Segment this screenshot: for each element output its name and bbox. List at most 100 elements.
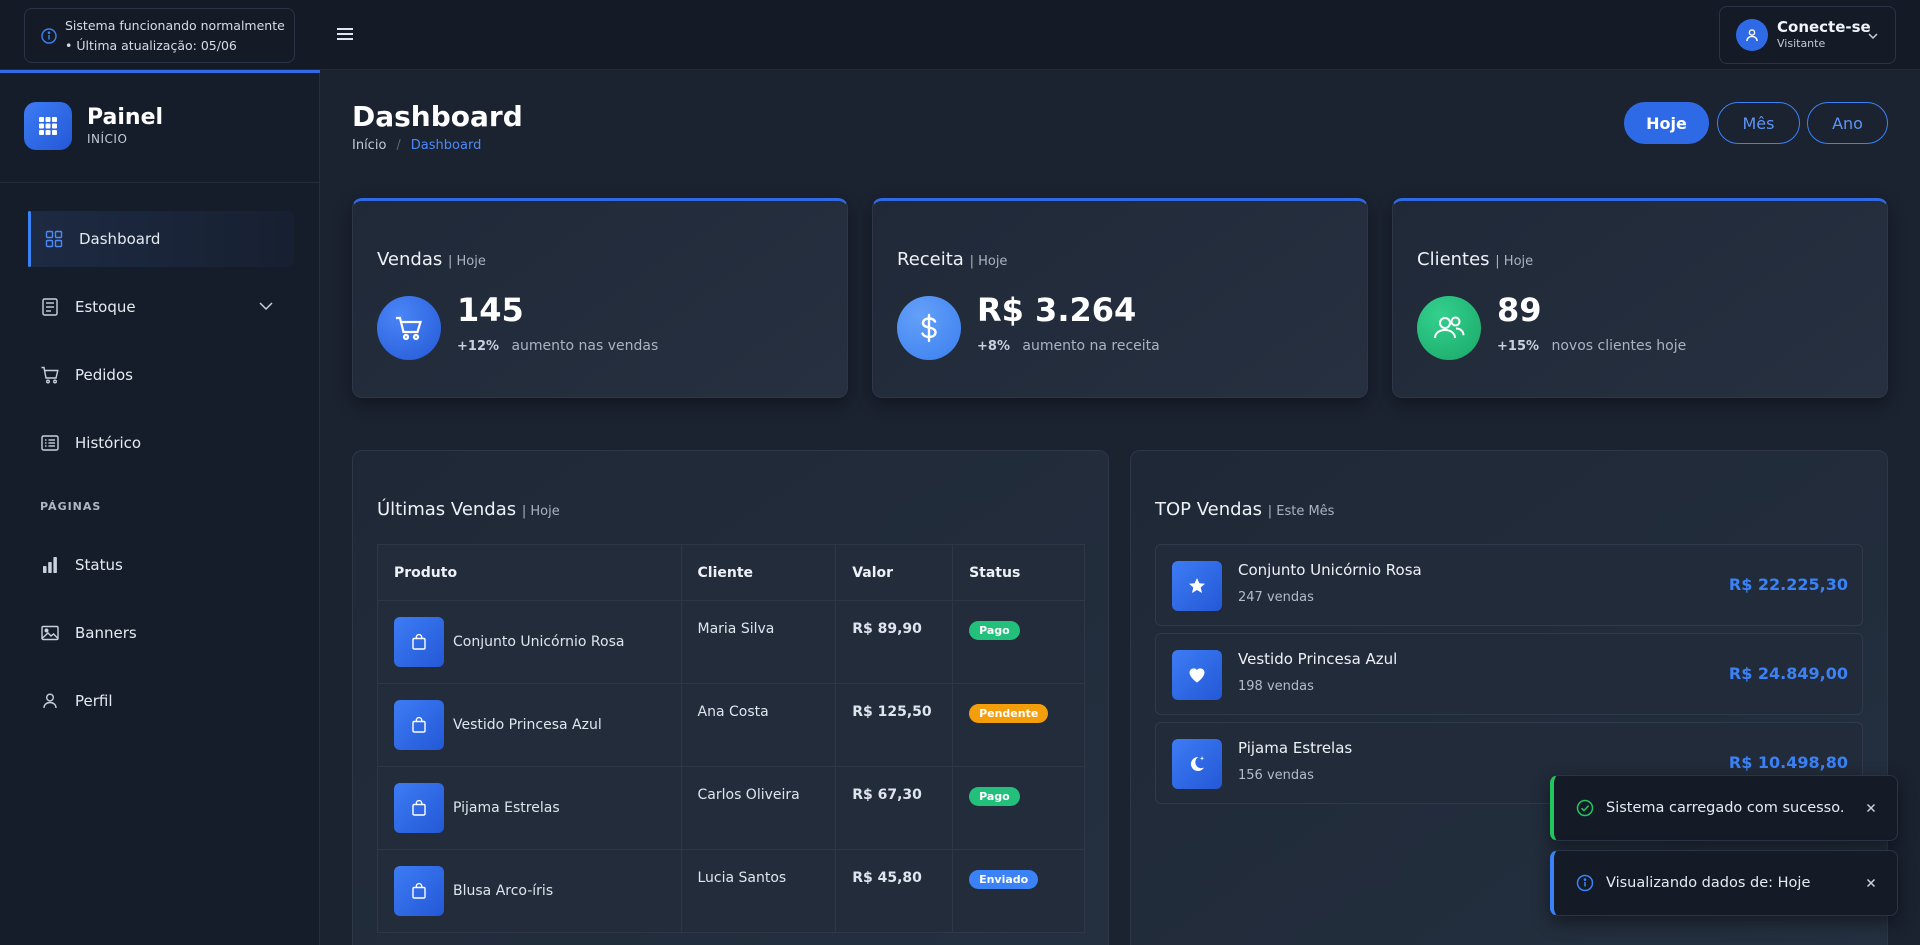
grid-icon bbox=[45, 230, 63, 248]
sidebar-item-status[interactable]: Status bbox=[28, 537, 294, 593]
sidebar-item-dashboard[interactable]: Dashboard bbox=[28, 211, 294, 267]
stat-icon-circle bbox=[1417, 296, 1481, 360]
column-header[interactable]: Cliente bbox=[681, 544, 837, 601]
panel-title: TOP Vendas | Este Mês bbox=[1155, 499, 1334, 520]
menu-toggle-icon[interactable] bbox=[334, 24, 356, 44]
table-row[interactable]: Pijama Estrelas Carlos Oliveira R$ 67,30… bbox=[377, 766, 1085, 850]
brand[interactable]: Painel INÍCIO bbox=[24, 102, 163, 150]
product-cell: Conjunto Unicórnio Rosa bbox=[377, 600, 682, 684]
info-icon bbox=[41, 27, 57, 44]
client-cell: Lucia Santos bbox=[681, 849, 837, 933]
status-badge: Pendente bbox=[969, 704, 1049, 723]
users-icon bbox=[1434, 316, 1465, 339]
sales-stat-card: Vendas | Hoje 145 +12% aumento nas venda… bbox=[352, 198, 848, 398]
period-year-button[interactable]: Ano bbox=[1807, 102, 1888, 144]
sidebar-item-label: Estoque bbox=[75, 298, 136, 316]
client-cell: Ana Costa bbox=[681, 683, 837, 767]
user-menu[interactable]: Conecte-se Visitante bbox=[1719, 6, 1896, 64]
chevron-down-icon bbox=[1868, 33, 1878, 40]
top-sales-item[interactable]: Conjunto Unicórnio Rosa 247 vendas R$ 22… bbox=[1155, 544, 1863, 626]
system-status-text: Sistema funcionando normalmente bbox=[65, 17, 285, 33]
value-cell: R$ 67,30 bbox=[835, 766, 954, 850]
status-cell: Pago bbox=[952, 600, 1085, 684]
close-icon[interactable] bbox=[1865, 877, 1877, 889]
table-row[interactable]: Conjunto Unicórnio Rosa Maria Silva R$ 8… bbox=[377, 600, 1085, 684]
sidebar-item-estoque[interactable]: Estoque bbox=[28, 279, 294, 335]
table-row[interactable]: Blusa Arco-íris Lucia Santos R$ 45,80 En… bbox=[377, 849, 1085, 933]
sidebar-item-label: Dashboard bbox=[79, 230, 161, 248]
stat-period: | Hoje bbox=[969, 254, 1008, 269]
period-month-button[interactable]: Mês bbox=[1717, 102, 1800, 144]
top-item-thumb bbox=[1172, 650, 1222, 700]
product-thumb bbox=[394, 700, 444, 750]
product-name: Conjunto Unicórnio Rosa bbox=[453, 634, 625, 650]
sidebar-accent-line bbox=[0, 70, 320, 73]
top-item-value: R$ 24.849,00 bbox=[1728, 664, 1848, 683]
stat-percent: +8% bbox=[977, 339, 1010, 354]
client-cell: Carlos Oliveira bbox=[681, 766, 837, 850]
column-header[interactable]: Valor bbox=[835, 544, 954, 601]
brand-subtitle: INÍCIO bbox=[87, 132, 128, 146]
panel-period: | Este Mês bbox=[1267, 504, 1335, 519]
breadcrumb-home[interactable]: Início bbox=[352, 138, 386, 153]
breadcrumb-separator: / bbox=[396, 138, 401, 153]
product-thumb bbox=[394, 783, 444, 833]
stat-percent: +15% bbox=[1497, 339, 1540, 354]
stat-caption-text: aumento na receita bbox=[1022, 338, 1160, 354]
panel-title-text: TOP Vendas bbox=[1155, 499, 1262, 520]
toast-message: Sistema carregado com sucesso. bbox=[1606, 800, 1845, 816]
sidebar-item-label: Status bbox=[75, 556, 123, 574]
sidebar-item-label: Pedidos bbox=[75, 366, 133, 384]
stat-title-text: Vendas bbox=[377, 249, 443, 270]
cart-icon bbox=[396, 316, 422, 341]
cart-icon bbox=[41, 366, 59, 384]
clients-stat-card: Clientes | Hoje 89 +15% novos clientes h… bbox=[1392, 198, 1888, 398]
top-item-count: 247 vendas bbox=[1238, 590, 1314, 605]
sidebar-item-pedidos[interactable]: Pedidos bbox=[28, 347, 294, 403]
check-circle-icon bbox=[1576, 799, 1594, 817]
breadcrumb-current: Dashboard bbox=[410, 138, 482, 153]
product-cell: Vestido Princesa Azul bbox=[377, 683, 682, 767]
user-name: Conecte-se bbox=[1777, 18, 1871, 36]
top-item-value: R$ 10.498,80 bbox=[1728, 753, 1848, 772]
status-cell: Pendente bbox=[952, 683, 1085, 767]
user-icon bbox=[43, 693, 57, 709]
heart-icon bbox=[1189, 668, 1205, 683]
close-icon[interactable] bbox=[1865, 802, 1877, 814]
product-name: Vestido Princesa Azul bbox=[453, 717, 602, 733]
success-toast: Sistema carregado com sucesso. bbox=[1550, 775, 1898, 841]
client-cell: Maria Silva bbox=[681, 600, 837, 684]
latest-sales-panel: Últimas Vendas | Hoje Produto Cliente Va… bbox=[352, 450, 1109, 945]
chevron-down-icon bbox=[259, 302, 273, 311]
status-cell: Enviado bbox=[952, 849, 1085, 933]
stat-percent: +12% bbox=[457, 339, 500, 354]
status-badge: Pago bbox=[969, 621, 1020, 640]
product-cell: Pijama Estrelas bbox=[377, 766, 682, 850]
column-header[interactable]: Produto bbox=[377, 544, 682, 601]
table-row[interactable]: Vestido Princesa Azul Ana Costa R$ 125,5… bbox=[377, 683, 1085, 767]
stat-title-text: Receita bbox=[897, 249, 964, 270]
stat-value: 89 bbox=[1497, 291, 1542, 329]
sidebar-item-label: Histórico bbox=[75, 434, 142, 452]
system-status-box: Sistema funcionando normalmente • Última… bbox=[24, 8, 295, 63]
sidebar-item-banners[interactable]: Banners bbox=[28, 605, 294, 661]
brand-title: Painel bbox=[87, 105, 164, 130]
column-header[interactable]: Status bbox=[952, 544, 1085, 601]
panel-period: | Hoje bbox=[521, 504, 560, 519]
status-cell: Pago bbox=[952, 766, 1085, 850]
top-sales-item[interactable]: Vestido Princesa Azul 198 vendas R$ 24.8… bbox=[1155, 633, 1863, 715]
sidebar-item-historico[interactable]: Histórico bbox=[28, 415, 294, 471]
product-name: Blusa Arco-íris bbox=[453, 883, 554, 899]
table-header-row: Produto Cliente Valor Status bbox=[377, 544, 1085, 601]
sidebar-item-label: Banners bbox=[75, 624, 137, 642]
info-toast: Visualizando dados de: Hoje bbox=[1550, 850, 1898, 916]
stat-value: 145 bbox=[457, 291, 524, 329]
sidebar-section-label: PÁGINAS bbox=[40, 500, 102, 513]
image-icon bbox=[41, 625, 59, 641]
shopping-bag-icon bbox=[412, 882, 426, 899]
sidebar-item-perfil[interactable]: Perfil bbox=[28, 673, 294, 729]
product-cell: Blusa Arco-íris bbox=[377, 849, 682, 933]
info-icon bbox=[1576, 874, 1594, 892]
period-today-button[interactable]: Hoje bbox=[1624, 102, 1709, 144]
stat-caption-text: novos clientes hoje bbox=[1551, 338, 1687, 354]
